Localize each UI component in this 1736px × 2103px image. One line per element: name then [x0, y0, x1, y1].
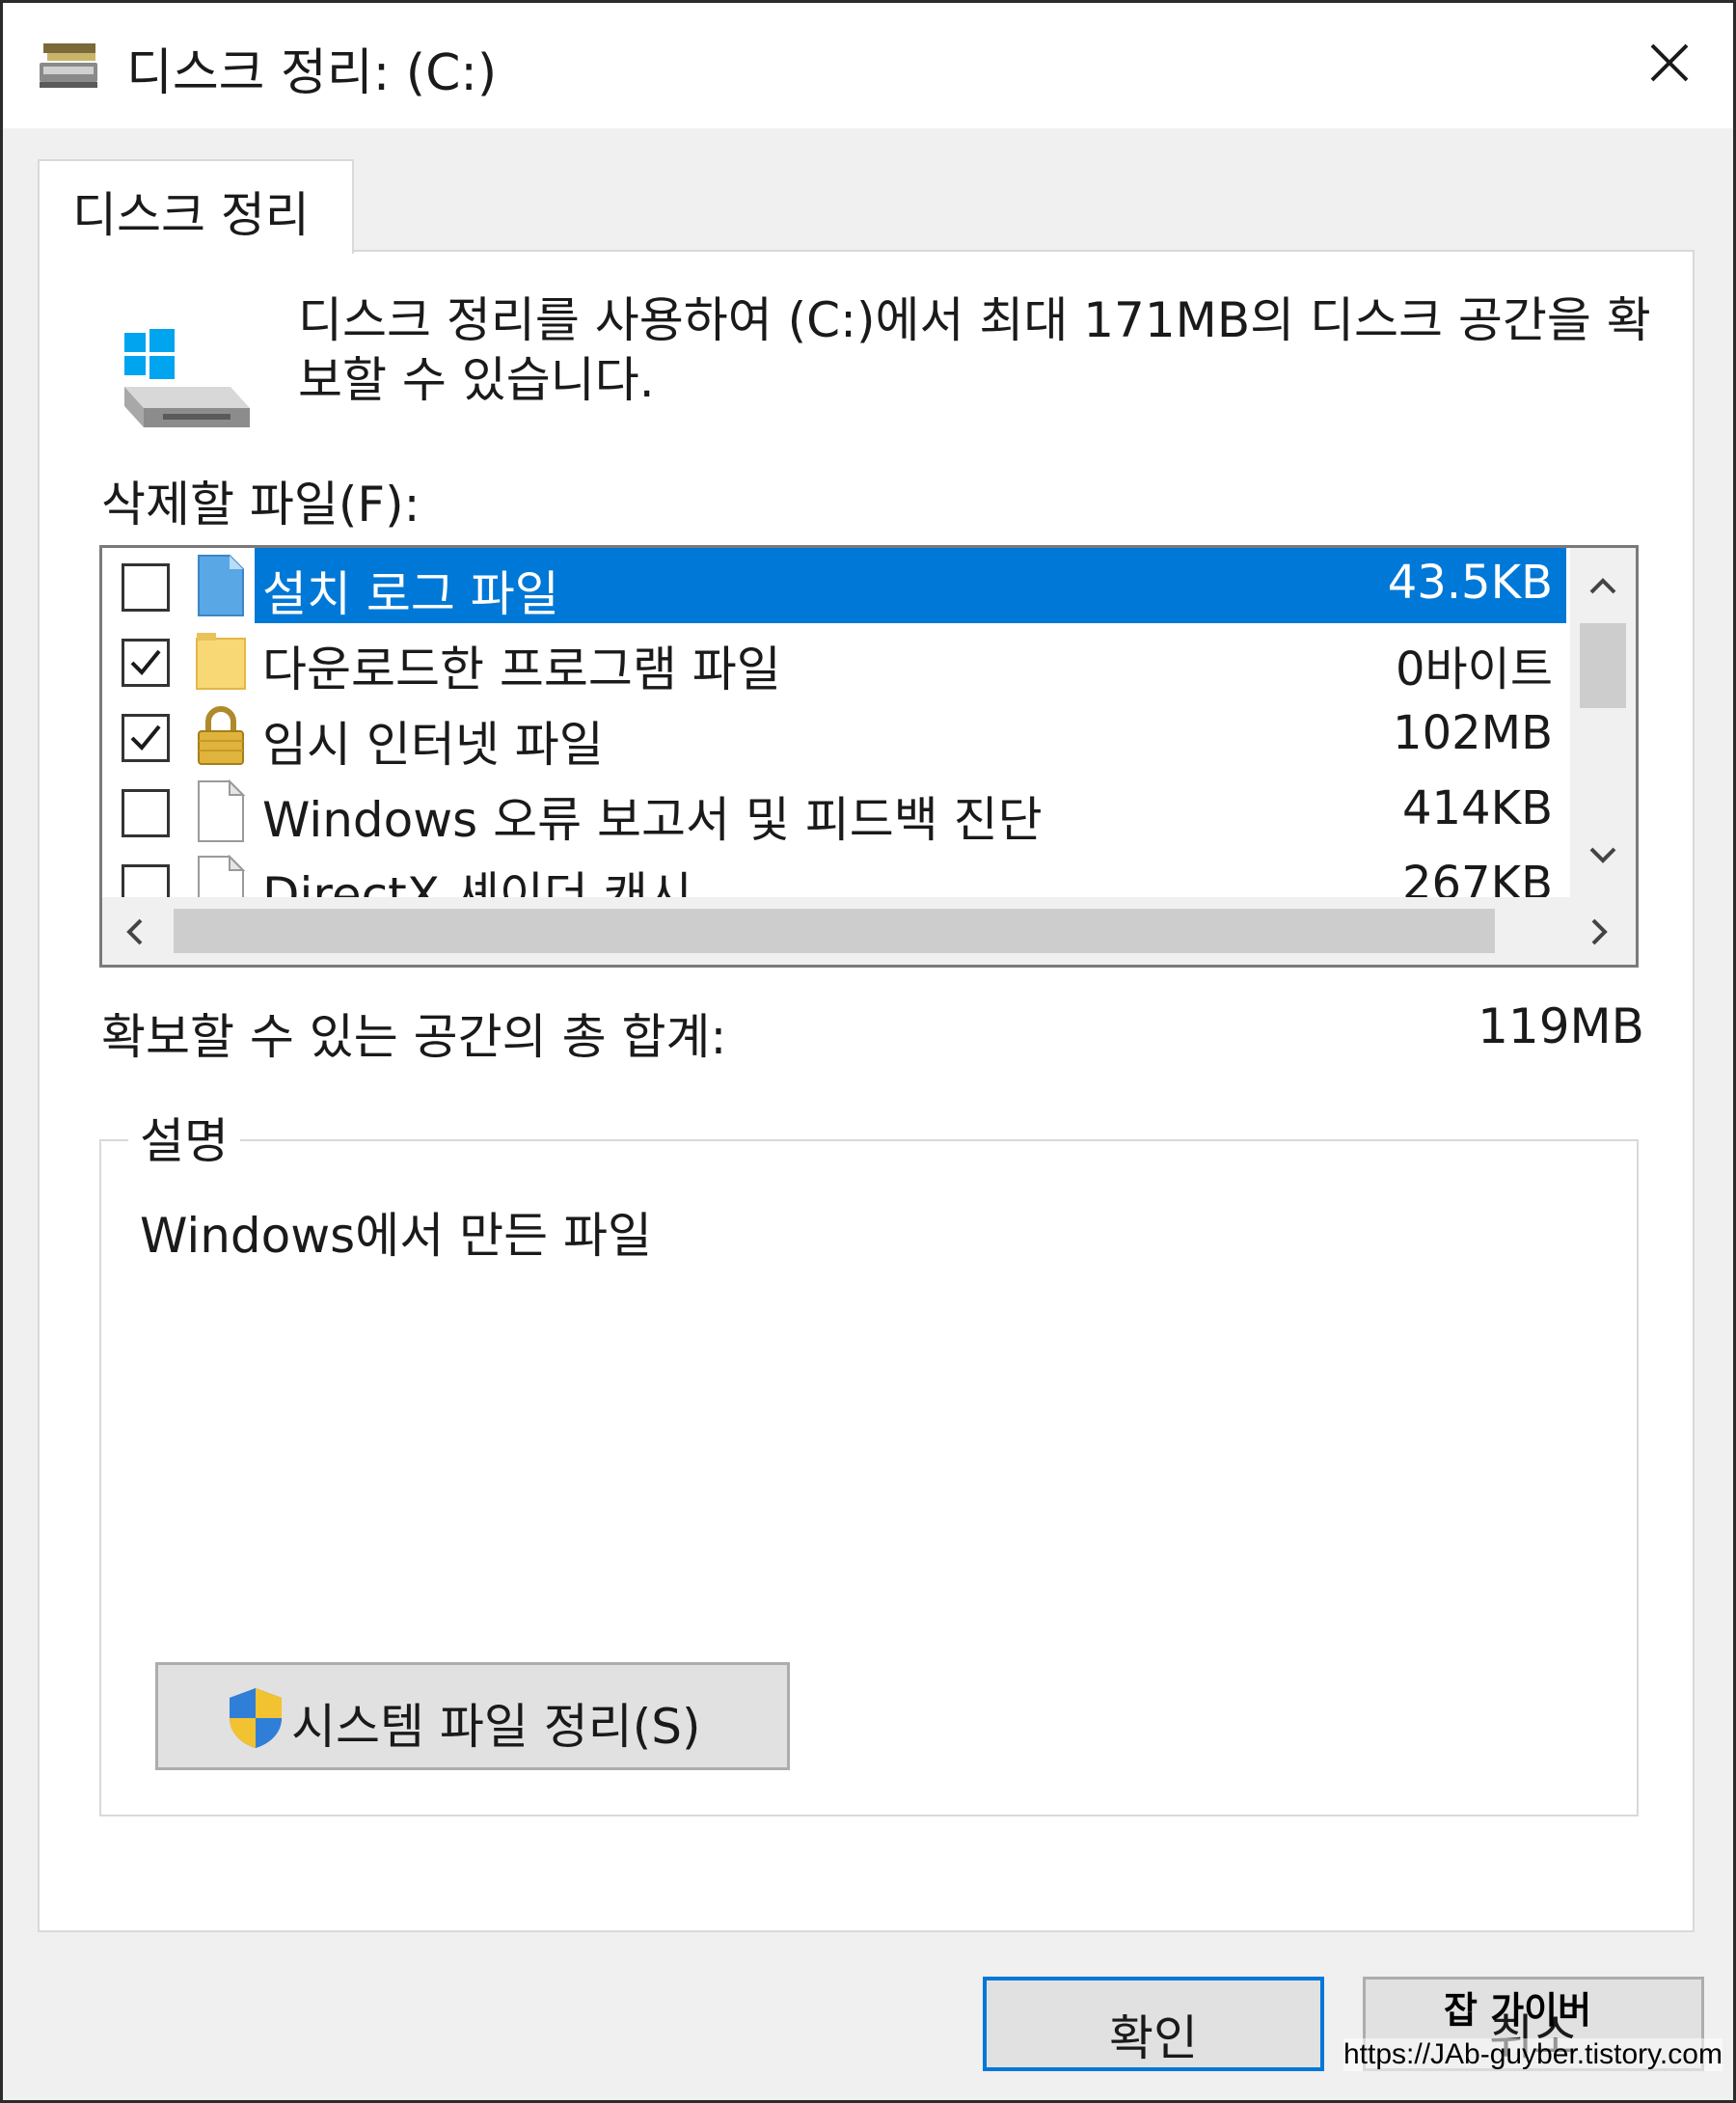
chevron-up-icon[interactable] [1580, 567, 1626, 606]
watermark-title: 잡 가이버 [1444, 1989, 1592, 2032]
list-item[interactable]: 다운로드한 프로그램 파일 0바이트 [102, 623, 1570, 698]
folder-icon [196, 633, 246, 690]
list-item[interactable]: 임시 인터넷 파일 102MB [102, 698, 1570, 774]
chevron-down-icon[interactable] [1580, 835, 1626, 874]
tab-panel: 디스크 정리를 사용하여 (C:)에서 최대 171MB의 디스크 공간을 확보… [38, 250, 1695, 1932]
ok-button[interactable]: 확인 [983, 1977, 1324, 2071]
ok-button-label: 확인 [1109, 2010, 1198, 2066]
list-item-label: 설치 로그 파일 [262, 566, 559, 622]
list-item-checkbox[interactable] [122, 563, 170, 612]
list-item-text-area: DirectX 셰이더 캐시 267KB [255, 849, 1566, 897]
lock-icon [198, 706, 244, 765]
list-item-checkbox[interactable] [122, 789, 170, 837]
list-item-size: 414KB [1401, 781, 1553, 835]
list-item-size: 0바이트 [1395, 642, 1553, 696]
list-item[interactable]: Windows 오류 보고서 및 피드백 진단 414KB [102, 774, 1570, 849]
horizontal-scroll-thumb[interactable] [174, 909, 1495, 953]
list-item-label: DirectX 셰이더 캐시 [262, 867, 692, 897]
file-icon [198, 855, 246, 897]
windows-drive-icon [124, 329, 250, 427]
description-groupbox: 설명 Windows에서 만든 파일 시스템 파일 정리(S) [99, 1103, 1639, 1816]
system-file-cleanup-button[interactable]: 시스템 파일 정리(S) [155, 1662, 790, 1770]
list-item-checkbox[interactable] [122, 864, 170, 897]
list-item-size: 267KB [1401, 857, 1553, 897]
disk-cleanup-window: 디스크 정리: (C:) 디스크 정리 디스크 정리를 사용하여 (C:)에서 … [0, 0, 1736, 2103]
files-to-delete-label: 삭제할 파일(F): [101, 477, 420, 533]
list-item-size: 43.5KB [1387, 556, 1553, 610]
vertical-scroll-thumb[interactable] [1580, 623, 1626, 708]
system-file-cleanup-label: 시스템 파일 정리(S) [291, 1699, 701, 1755]
blue-file-icon [198, 555, 244, 616]
description-text: Windows에서 만든 파일 [140, 1208, 652, 1264]
list-item-label: 임시 인터넷 파일 [262, 717, 604, 773]
list-item[interactable]: 설치 로그 파일 43.5KB [102, 548, 1570, 623]
list-item-checkbox[interactable] [122, 714, 170, 762]
checkmark-icon [130, 724, 161, 751]
tab-disk-cleanup[interactable]: 디스크 정리 [38, 159, 354, 254]
list-item-text-area: 임시 인터넷 파일 102MB [255, 698, 1566, 774]
watermark-url: https://JAb-guyber.tistory.com [1343, 2038, 1722, 2071]
horizontal-scrollbar[interactable] [102, 897, 1636, 965]
window-title: 디스크 정리: (C:) [126, 44, 498, 102]
intro-text: 디스크 정리를 사용하여 (C:)에서 최대 171MB의 디스크 공간을 확보… [298, 292, 1651, 408]
disk-cleanup-icon [40, 43, 97, 88]
checkmark-icon [130, 649, 161, 675]
list-item-label: 다운로드한 프로그램 파일 [262, 642, 781, 697]
list-item-selection: 설치 로그 파일 43.5KB [255, 548, 1566, 623]
close-icon[interactable] [1633, 26, 1706, 99]
list-item-size: 102MB [1393, 706, 1553, 760]
uac-shield-icon [230, 1688, 282, 1748]
chevron-left-icon[interactable] [116, 911, 154, 953]
total-space-value: 119MB [1478, 998, 1644, 1054]
title-bar: 디스크 정리: (C:) [3, 3, 1733, 128]
description-title: 설명 [128, 1103, 240, 1172]
files-listbox[interactable]: 설치 로그 파일 43.5KB 다운로드한 프로그램 파일 0바이트 임시 인터… [99, 545, 1639, 968]
total-space-label: 확보할 수 있는 공간의 총 합계: [101, 1009, 727, 1065]
file-icon [198, 779, 246, 842]
list-item-text-area: 다운로드한 프로그램 파일 0바이트 [255, 623, 1566, 698]
tab-label: 디스크 정리 [72, 187, 310, 243]
vertical-scrollbar[interactable] [1570, 548, 1636, 897]
chevron-right-icon[interactable] [1580, 911, 1618, 953]
list-item-text-area: Windows 오류 보고서 및 피드백 진단 414KB [255, 774, 1566, 849]
files-list: 설치 로그 파일 43.5KB 다운로드한 프로그램 파일 0바이트 임시 인터… [102, 548, 1570, 897]
list-item[interactable]: DirectX 셰이더 캐시 267KB [102, 849, 1570, 897]
list-item-label: Windows 오류 보고서 및 피드백 진단 [262, 792, 1043, 848]
dialog-client-area: 디스크 정리 디스크 정리를 사용하여 (C:)에서 최대 171MB의 디스크… [3, 128, 1733, 2100]
list-item-checkbox[interactable] [122, 639, 170, 687]
